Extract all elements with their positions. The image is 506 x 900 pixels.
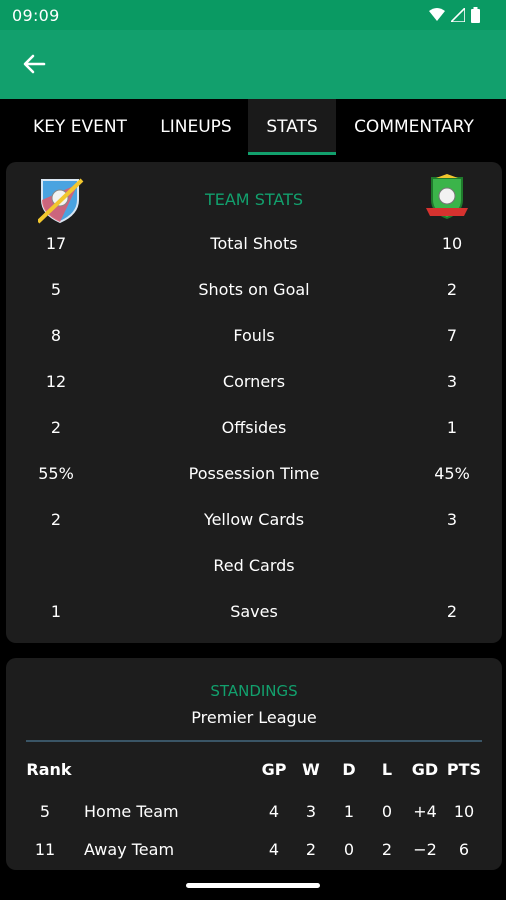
back-arrow-icon <box>23 54 46 74</box>
team-l: 0 <box>381 802 393 821</box>
team-w: 2 <box>305 840 317 859</box>
team-rank: 11 <box>34 840 56 859</box>
stat-label: Fouls <box>233 326 275 345</box>
team-name: Away Team <box>84 840 175 859</box>
stat-row-shots-on-goal: 5 Shots on Goal 2 <box>6 280 502 304</box>
team-pts: 10 <box>453 802 475 821</box>
standings-card: STANDINGS Premier League Rank GP W D L G… <box>6 658 502 870</box>
stat-row-saves: 1 Saves 2 <box>6 602 502 626</box>
team-stats-card: TEAM STATS 17 Total Shots 10 5 Shots on … <box>6 162 502 643</box>
col-pts: PTS <box>446 760 482 779</box>
stat-home-value: 5 <box>50 280 62 299</box>
stat-away-value: 2 <box>446 280 458 299</box>
stat-away-value: 3 <box>446 372 458 391</box>
back-button[interactable] <box>20 52 48 76</box>
status-bar: 09:09 <box>0 0 506 30</box>
stat-home-value: 17 <box>45 234 67 253</box>
stat-label: Saves <box>230 602 278 621</box>
status-time: 09:09 <box>12 5 60 25</box>
tab-lineups[interactable]: LINEUPS <box>150 99 242 155</box>
stat-label: Corners <box>222 372 286 391</box>
team-d: 0 <box>343 840 355 859</box>
away-team-crest-icon <box>424 174 470 224</box>
team-w: 3 <box>305 802 317 821</box>
stat-row-total-shots: 17 Total Shots 10 <box>6 234 502 258</box>
stat-away-value: 45% <box>434 464 470 483</box>
stat-home-value: 2 <box>50 418 62 437</box>
stat-away-value: 2 <box>446 602 458 621</box>
standings-divider <box>26 740 482 742</box>
col-w: W <box>302 760 320 779</box>
col-gp: GP <box>261 760 287 779</box>
status-icons <box>429 7 480 23</box>
stat-row-yellow-cards: 2 Yellow Cards 3 <box>6 510 502 534</box>
stat-label: Total Shots <box>210 234 298 253</box>
stat-home-value: 2 <box>50 510 62 529</box>
stat-label: Red Cards <box>213 556 295 575</box>
stat-row-offsides: 2 Offsides 1 <box>6 418 502 442</box>
team-gp: 4 <box>268 802 280 821</box>
team-gd: +4 <box>413 802 437 821</box>
stat-away-value: 3 <box>446 510 458 529</box>
stat-label: Possession Time <box>188 464 320 483</box>
stat-row-corners: 12 Corners 3 <box>6 372 502 396</box>
team-gp: 4 <box>268 840 280 859</box>
team-rank: 5 <box>39 802 51 821</box>
stat-home-value: 1 <box>50 602 62 621</box>
stat-away-value: 7 <box>446 326 458 345</box>
stat-home-value: 55% <box>38 464 74 483</box>
stat-label: Offsides <box>221 418 287 437</box>
standings-league: Premier League <box>191 708 317 727</box>
stat-row-possession: 55% Possession Time 45% <box>6 464 502 488</box>
col-rank: Rank <box>26 760 72 779</box>
stat-away-value: 10 <box>441 234 463 253</box>
stat-row-fouls: 8 Fouls 7 <box>6 326 502 350</box>
team-d: 1 <box>343 802 355 821</box>
col-l: L <box>381 760 393 779</box>
stat-away-value: 1 <box>446 418 458 437</box>
team-gd: −2 <box>413 840 437 859</box>
col-d: D <box>342 760 356 779</box>
tab-bar: KEY EVENT LINEUPS STATS COMMENTARY <box>0 99 506 155</box>
tab-commentary[interactable]: COMMENTARY <box>342 99 486 155</box>
team-name: Home Team <box>84 802 179 821</box>
team-l: 2 <box>381 840 393 859</box>
stat-row-red-cards: Red Cards <box>6 556 502 580</box>
standings-title: STANDINGS <box>210 682 298 700</box>
stat-home-value: 8 <box>50 326 62 345</box>
stat-label: Shots on Goal <box>198 280 310 299</box>
tab-stats[interactable]: STATS <box>248 99 336 155</box>
battery-icon <box>471 7 480 23</box>
tab-key-event[interactable]: KEY EVENT <box>16 99 144 155</box>
signal-icon <box>451 8 465 22</box>
wifi-icon <box>429 8 445 21</box>
stat-home-value: 12 <box>45 372 67 391</box>
app-bar <box>0 30 506 99</box>
stat-label: Yellow Cards <box>203 510 305 529</box>
team-pts: 6 <box>458 840 470 859</box>
home-gesture-handle[interactable] <box>186 883 320 888</box>
col-gd: GD <box>411 760 439 779</box>
